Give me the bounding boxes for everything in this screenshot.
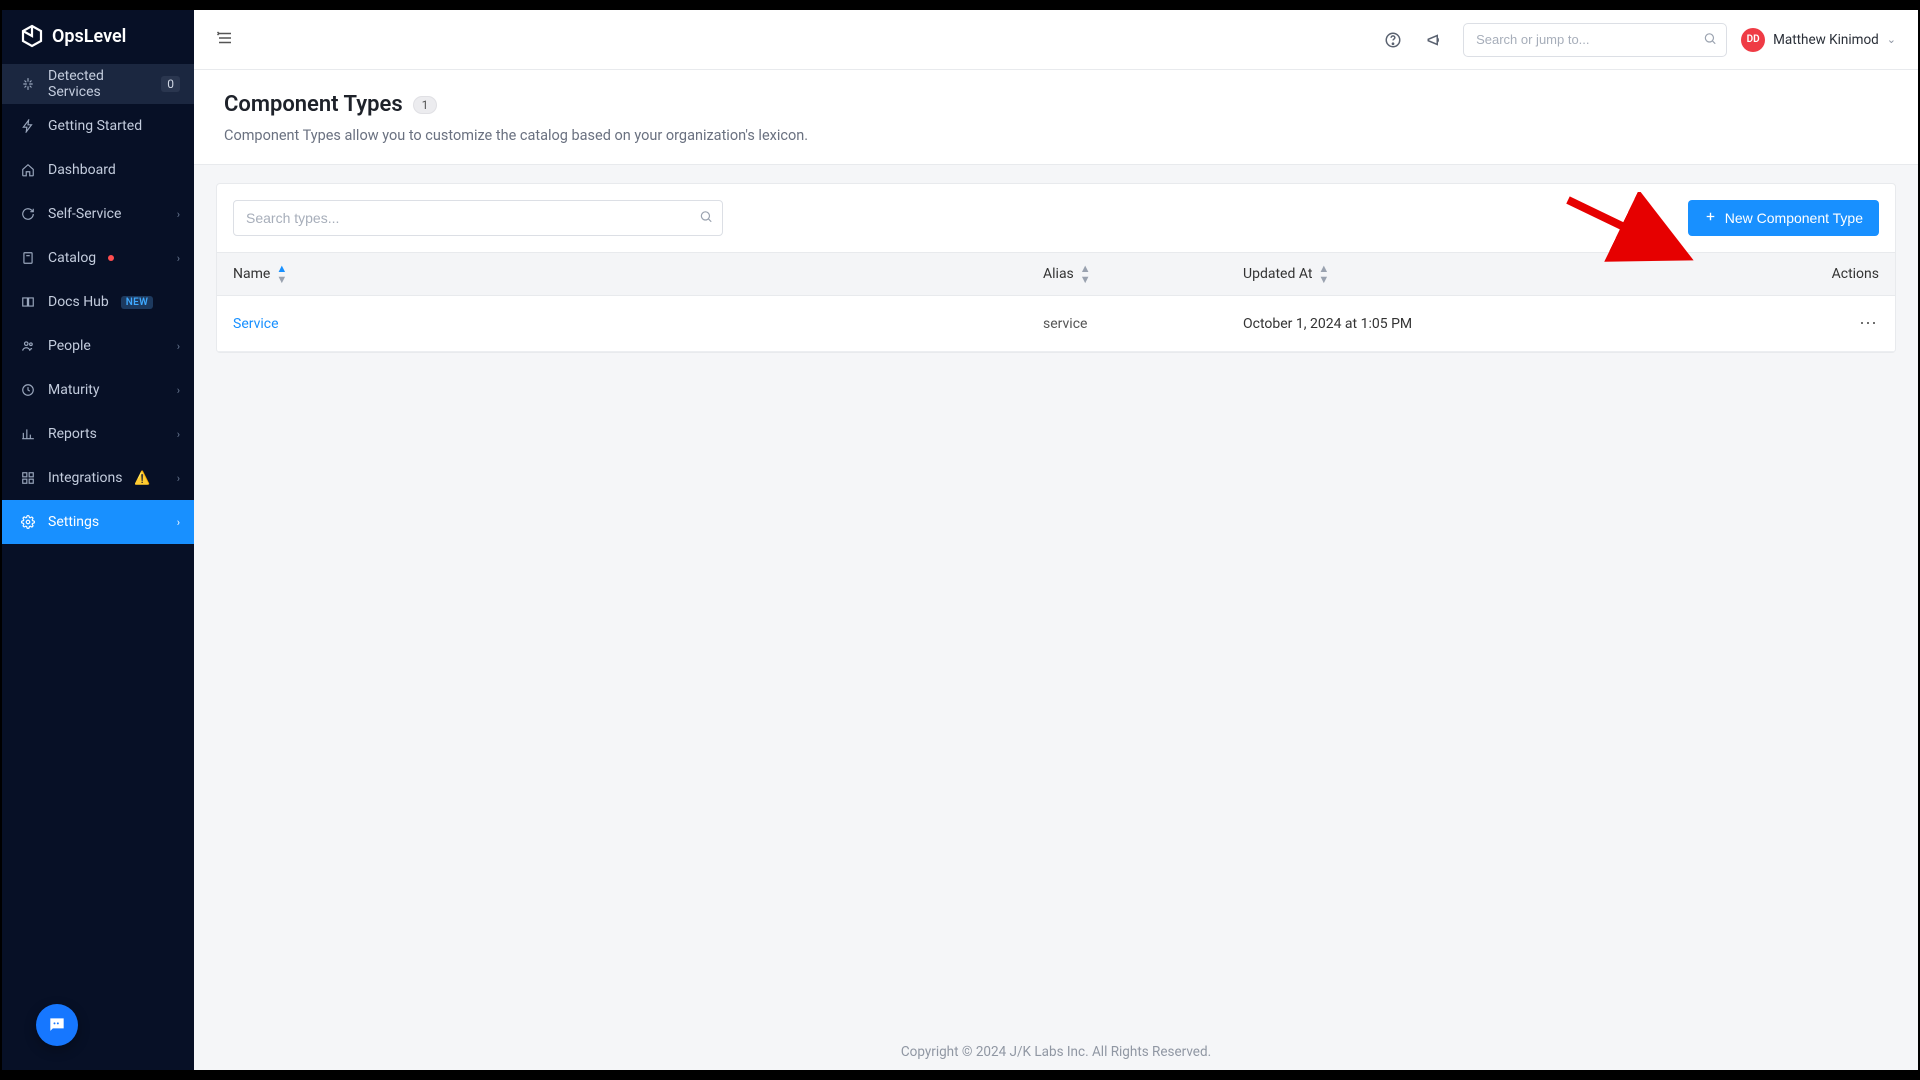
type-alias-cell: service [1043,316,1243,332]
sidebar-item-getting-started[interactable]: Getting Started [2,104,194,148]
page-title: Component Types [224,92,403,117]
announcement-button[interactable] [1421,26,1449,54]
search-icon [699,209,713,228]
button-label: New Component Type [1725,210,1863,226]
opslevel-logo-icon [20,24,44,48]
type-updated-cell: October 1, 2024 at 1:05 PM [1243,316,1799,332]
col-header-actions: Actions [1799,266,1879,282]
sidebar-item-label: Reports [48,426,165,442]
search-icon [1703,30,1717,49]
sidebar-toggle-button[interactable] [216,29,234,51]
new-component-type-button[interactable]: New Component Type [1688,200,1879,236]
sidebar-item-label: People [48,338,165,354]
notify-dot-icon [108,255,114,261]
sidebar-detected-services[interactable]: Detected Services 0 [2,64,194,104]
file-icon [20,250,36,266]
refresh-icon [20,206,36,222]
grid-icon [20,470,36,486]
count-badge: 1 [413,96,438,114]
help-button[interactable] [1379,26,1407,54]
brand-logo[interactable]: OpsLevel [2,10,194,60]
global-search-input[interactable] [1463,23,1727,57]
avatar: DD [1741,28,1765,52]
sidebar-item-label: Integrations [48,470,122,486]
plus-icon [1704,210,1717,226]
sort-icon: ▲▼ [1080,263,1091,285]
brand-name: OpsLevel [52,26,126,47]
people-icon [20,338,36,354]
sidebar-item-maturity[interactable]: Maturity › [2,368,194,412]
chevron-down-icon: ⌄ [1887,33,1896,46]
global-search [1463,23,1727,57]
table-header-row: Name ▲▼ Alias ▲▼ Updated At ▲▼ Actions [217,252,1895,296]
sidebar-nav: Detected Services 0 Getting Started Dash… [2,60,194,544]
sidebar-item-label: Detected Services [48,68,137,100]
sidebar-item-label: Maturity [48,382,165,398]
sidebar-item-label: Dashboard [48,162,180,178]
home-icon [20,162,36,178]
type-search-input[interactable] [233,200,723,236]
clock-icon [20,382,36,398]
sidebar-item-label: Getting Started [48,118,180,134]
book-icon [20,294,36,310]
sidebar-item-catalog[interactable]: Catalog › [2,236,194,280]
gear-icon [20,514,36,530]
sidebar: OpsLevel Detected Services 0 Getting Sta… [2,10,194,1070]
sort-icon: ▲▼ [276,263,287,285]
user-menu[interactable]: DD Matthew Kinimod ⌄ [1741,28,1896,52]
chevron-right-icon: › [177,472,180,485]
sidebar-item-label: Self-Service [48,206,165,222]
sidebar-item-integrations[interactable]: Integrations ⚠️ › [2,456,194,500]
chevron-right-icon: › [177,516,180,529]
sidebar-item-label: Docs Hub [48,294,109,310]
card-toolbar: New Component Type [217,184,1895,252]
user-name: Matthew Kinimod [1773,32,1879,48]
type-name-link[interactable]: Service [233,316,279,332]
col-header-updated[interactable]: Updated At ▲▼ [1243,263,1799,285]
sparkle-icon [20,76,36,92]
sidebar-item-self-service[interactable]: Self-Service › [2,192,194,236]
sidebar-item-label: Catalog [48,250,96,266]
chevron-right-icon: › [177,340,180,353]
chart-icon [20,426,36,442]
sidebar-item-reports[interactable]: Reports › [2,412,194,456]
col-header-name[interactable]: Name ▲▼ [233,263,1043,285]
chevron-right-icon: › [177,252,180,265]
types-table: Name ▲▼ Alias ▲▼ Updated At ▲▼ Actions [217,252,1895,352]
sidebar-item-settings[interactable]: Settings › [2,500,194,544]
chevron-right-icon: › [177,384,180,397]
sidebar-item-people[interactable]: People › [2,324,194,368]
table-row: Service service October 1, 2024 at 1:05 … [217,296,1895,352]
chevron-right-icon: › [177,428,180,441]
new-tag: NEW [121,296,153,309]
sidebar-item-dashboard[interactable]: Dashboard [2,148,194,192]
page-header: Component Types 1 Component Types allow … [194,70,1918,165]
sidebar-item-label: Settings [48,514,165,530]
topbar: DD Matthew Kinimod ⌄ [194,10,1918,70]
sidebar-item-docs-hub[interactable]: Docs Hub NEW [2,280,194,324]
row-actions-button[interactable]: ⋯ [1859,313,1879,334]
detected-count-badge: 0 [161,76,180,92]
main-content: DD Matthew Kinimod ⌄ Component Types 1 C… [194,10,1918,1070]
chevron-right-icon: › [177,208,180,221]
col-header-alias[interactable]: Alias ▲▼ [1043,263,1243,285]
types-card: New Component Type Name ▲▼ Alias ▲▼ [216,183,1896,353]
lightning-icon [20,118,36,134]
warning-icon: ⚠️ [134,471,150,486]
page-description: Component Types allow you to customize t… [224,127,1888,144]
chat-widget-button[interactable] [36,1004,78,1046]
footer: Copyright © 2024 J/K Labs Inc. All Right… [194,1024,1918,1070]
sort-icon: ▲▼ [1318,263,1329,285]
